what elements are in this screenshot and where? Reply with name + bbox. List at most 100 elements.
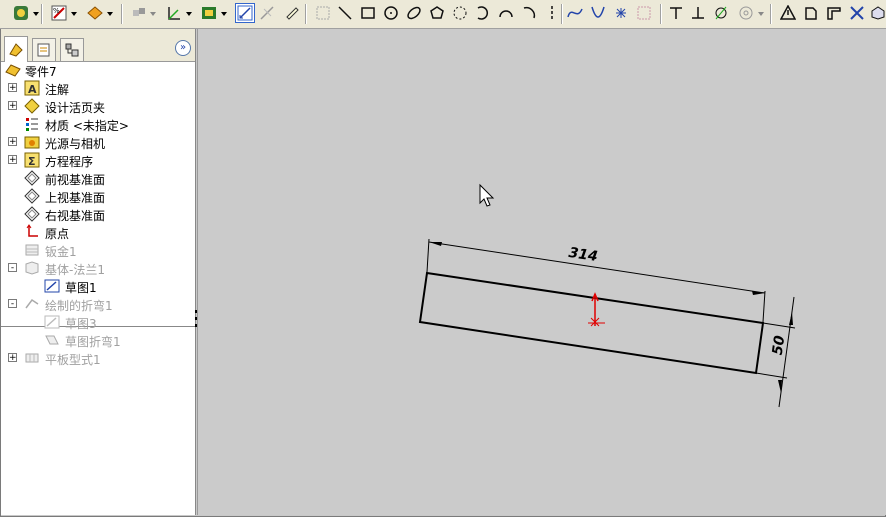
chevron-down-icon[interactable] — [221, 11, 227, 17]
sheet-metal-edge-icon[interactable] — [802, 4, 820, 22]
tree-item-base-flange[interactable]: - 基体-法兰1 — [1, 259, 195, 277]
reference-geometry-icon[interactable] — [165, 4, 183, 22]
centerpoint-arc-icon[interactable] — [520, 4, 538, 22]
grid-icon[interactable] — [314, 4, 332, 22]
width-dimension-label[interactable]: 50 — [770, 334, 789, 356]
part-icon — [4, 61, 22, 79]
plane-icon — [23, 169, 41, 187]
tree-item-top-plane[interactable]: 上视基准面 — [1, 187, 195, 205]
tree-item-sketched-bend[interactable]: - 绘制的折弯1 — [1, 295, 195, 313]
svg-text:%: % — [53, 7, 60, 15]
sketch-toolbar: % — [0, 0, 886, 29]
tab-feature-manager[interactable] — [4, 36, 28, 62]
mouse-cursor-icon — [479, 183, 495, 207]
polygon-tool-icon[interactable] — [428, 4, 446, 22]
tree-label: 草图3 — [65, 317, 97, 331]
tree-label: 基体-法兰1 — [45, 263, 105, 277]
length-dimension-label[interactable]: 314 — [568, 245, 599, 265]
centerline-icon[interactable] — [543, 4, 561, 22]
display-style-icon[interactable]: % — [50, 4, 68, 22]
line-tool-icon[interactable] — [336, 4, 354, 22]
smart-dimension-icon[interactable] — [258, 4, 276, 22]
feature-manager-panel: » 零件7 + A 注解 + 设计活页夹 材质 <未指定> + 光源与相机 + … — [1, 29, 196, 515]
expand-panel-button[interactable]: » — [175, 40, 191, 56]
chevron-down-icon[interactable] — [33, 11, 39, 17]
width-dimension[interactable]: 50 — [755, 296, 796, 408]
sketch-icon — [43, 277, 61, 295]
rectangle-tool-icon[interactable] — [359, 4, 377, 22]
tree-item-sketch1[interactable]: 草图1 — [1, 277, 195, 295]
extend-tool-icon[interactable] — [689, 4, 707, 22]
plane-icon — [23, 205, 41, 223]
feature-icon[interactable] — [200, 4, 218, 22]
expand-toggle[interactable]: + — [8, 101, 17, 111]
text-tool-icon[interactable] — [635, 4, 653, 22]
tree-item-equations[interactable]: + Σ 方程程序 — [1, 151, 195, 169]
tree-item-annotations[interactable]: + A 注解 — [1, 79, 195, 97]
tab-property-manager[interactable] — [32, 38, 56, 61]
collapse-toggle[interactable]: - — [8, 263, 17, 273]
tree-item-material[interactable]: 材质 <未指定> — [1, 115, 195, 133]
tree-item-sheet-metal[interactable]: 钣金1 — [1, 241, 195, 259]
view-orientation-icon[interactable] — [86, 4, 104, 22]
chevron-down-icon[interactable] — [71, 11, 77, 17]
separator — [770, 4, 772, 24]
warning-icon[interactable] — [779, 4, 797, 22]
chevron-down-icon[interactable] — [758, 11, 764, 17]
separator — [660, 4, 662, 24]
options-icon[interactable] — [12, 4, 30, 22]
expand-toggle[interactable]: + — [8, 155, 17, 165]
origin-icon — [23, 223, 41, 241]
tree-label: 方程程序 — [45, 155, 94, 169]
sketched-bend-icon[interactable] — [869, 4, 886, 22]
parabola-tool-icon[interactable] — [589, 4, 607, 22]
point-pattern-icon[interactable] — [451, 4, 469, 22]
plane-icon — [23, 187, 41, 205]
sketch-icon — [43, 313, 61, 331]
assembly-icon[interactable] — [130, 4, 148, 22]
tree-label: 前视基准面 — [45, 173, 106, 187]
tree-item-right-plane[interactable]: 右视基准面 — [1, 205, 195, 223]
three-point-arc-icon[interactable] — [497, 4, 515, 22]
sketch-button[interactable] — [235, 3, 255, 23]
tree-label: 平板型式1 — [45, 353, 101, 367]
expand-toggle[interactable]: + — [8, 353, 17, 363]
tree-label: 草图折弯1 — [65, 335, 121, 349]
expand-toggle[interactable]: + — [8, 137, 17, 147]
tab-configuration-manager[interactable] — [60, 38, 84, 61]
mirror-tool-icon[interactable] — [737, 4, 755, 22]
trim-tool-icon[interactable] — [667, 4, 685, 22]
separator — [305, 4, 307, 24]
tree-root[interactable]: 零件7 — [1, 61, 195, 79]
tree-label: 设计活页夹 — [45, 101, 106, 115]
graphics-area[interactable]: 314 50 — [197, 29, 886, 515]
offset-tool-icon[interactable] — [712, 4, 730, 22]
relations-icon[interactable] — [283, 4, 301, 22]
tree-item-flat-pattern[interactable]: + 平板型式1 — [1, 349, 195, 367]
miter-flange-icon[interactable] — [825, 4, 843, 22]
tree-label: 右视基准面 — [45, 209, 106, 223]
sheet-metal-icon — [23, 241, 41, 259]
tangent-arc-icon[interactable] — [474, 4, 492, 22]
tree-item-front-plane[interactable]: 前视基准面 — [1, 169, 195, 187]
circle-tool-icon[interactable] — [382, 4, 400, 22]
lights-cameras-icon — [23, 133, 41, 151]
ellipse-tool-icon[interactable] — [405, 4, 423, 22]
chevron-down-icon[interactable] — [186, 11, 192, 17]
tree-item-sketch3[interactable]: 草图3 — [1, 313, 195, 331]
collapse-toggle[interactable]: - — [8, 299, 17, 309]
hem-tool-icon[interactable] — [848, 4, 866, 22]
chevron-down-icon[interactable] — [107, 11, 113, 17]
chevron-down-icon[interactable] — [150, 11, 156, 17]
annotation-icon: A — [23, 79, 41, 97]
expand-toggle[interactable]: + — [8, 83, 17, 93]
sketch-point-icon[interactable] — [612, 4, 630, 22]
tree-item-sketch-bend1[interactable]: 草图折弯1 — [1, 331, 195, 349]
part-name: 零件7 — [25, 65, 57, 79]
tree-item-origin[interactable]: 原点 — [1, 223, 195, 241]
tree-item-lights-cameras[interactable]: + 光源与相机 — [1, 133, 195, 151]
base-flange-icon — [23, 259, 41, 277]
tree-item-design-binder[interactable]: + 设计活页夹 — [1, 97, 195, 115]
tree-label: 原点 — [45, 227, 70, 241]
spline-tool-icon[interactable] — [566, 4, 584, 22]
